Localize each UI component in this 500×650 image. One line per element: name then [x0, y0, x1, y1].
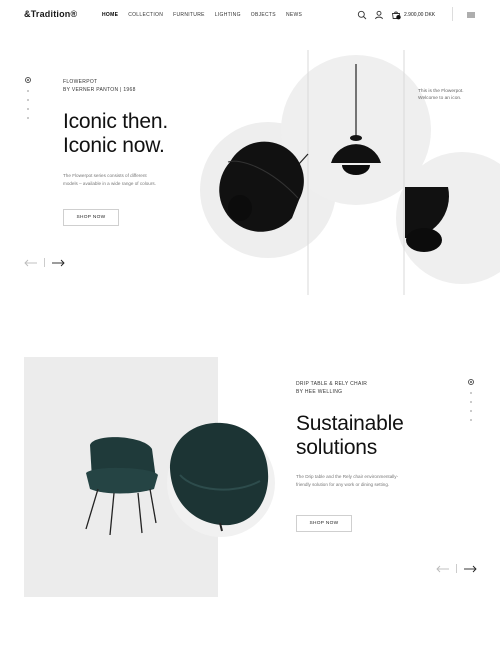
description-line: The Drip table and the Rely chair enviro… — [296, 474, 399, 479]
user-icon[interactable] — [374, 10, 384, 20]
product-eyebrow: FLOWERPOT BY VERNER PANTON | 1968 — [63, 78, 136, 94]
headline-line: solutions — [296, 436, 378, 459]
caption-line: Welcome to an icon. — [418, 96, 462, 101]
pager-dot[interactable] — [27, 117, 29, 119]
lamp-caption: This is the Flowerpot. Welcome to an ico… — [418, 88, 464, 102]
menu-icon[interactable] — [466, 10, 476, 20]
product-name: FLOWERPOT — [63, 79, 98, 85]
pager-dot[interactable] — [27, 108, 29, 110]
slider-arrows — [24, 258, 65, 267]
nav-objects[interactable]: OBJECTS — [251, 12, 276, 18]
cart-icon[interactable] — [391, 10, 401, 20]
header-divider — [452, 7, 453, 21]
shop-now-button[interactable]: SHOP NOW — [63, 209, 119, 226]
pager-active-dot[interactable] — [25, 77, 31, 83]
pager-active-dot[interactable] — [468, 379, 474, 385]
description-line: friendly solution for any work or dining… — [296, 482, 390, 487]
product-designer: BY VERNER PANTON | 1968 — [63, 87, 136, 93]
search-icon[interactable] — [357, 10, 367, 20]
nav-furniture[interactable]: FURNITURE — [173, 12, 205, 18]
cart-amount[interactable]: 2.900,00 DKK — [404, 12, 435, 18]
nav-news[interactable]: NEWS — [286, 12, 302, 18]
headline-line: Sustainable — [296, 412, 404, 435]
arrow-left-icon[interactable] — [24, 259, 38, 267]
nav-lighting[interactable]: LIGHTING — [215, 12, 241, 18]
site-header: &Tradition® HOME COLLECTION FURNITURE LI… — [0, 0, 500, 32]
product-designer: BY HEE WELLING — [296, 389, 343, 395]
product-name: DRIP TABLE & RELY CHAIR — [296, 381, 368, 387]
slide-pager — [468, 379, 474, 421]
arrow-separator — [456, 564, 457, 573]
caption-line: This is the Flowerpot. — [418, 89, 464, 94]
pager-dot[interactable] — [27, 99, 29, 101]
pager-dot[interactable] — [470, 419, 472, 421]
arrow-right-icon[interactable] — [463, 565, 477, 573]
shop-now-button[interactable]: SHOP NOW — [296, 515, 352, 532]
rely-chair-image — [85, 422, 275, 537]
brand-logo[interactable]: &Tradition® — [24, 9, 77, 19]
hero-description: The Drip table and the Rely chair enviro… — [296, 473, 398, 489]
arrow-left-icon[interactable] — [436, 565, 450, 573]
hero-headline: Iconic then. Iconic now. — [63, 110, 168, 158]
slider-arrows — [436, 564, 477, 573]
nav-home[interactable]: HOME — [102, 12, 118, 18]
flowerpot-lamp-image — [200, 50, 500, 295]
nav-collection[interactable]: COLLECTION — [128, 12, 163, 18]
pager-dot[interactable] — [470, 401, 472, 403]
arrow-separator — [44, 258, 45, 267]
description-line: models – available in a wide range of co… — [63, 181, 156, 186]
product-eyebrow: DRIP TABLE & RELY CHAIR BY HEE WELLING — [296, 380, 367, 396]
pager-dot[interactable] — [470, 410, 472, 412]
arrow-right-icon[interactable] — [51, 259, 65, 267]
description-line: The Flowerpot series consists of differe… — [63, 173, 147, 178]
pager-dot[interactable] — [470, 392, 472, 394]
slide-pager — [25, 77, 31, 119]
hero-description: The Flowerpot series consists of differe… — [63, 172, 156, 188]
headline-line: Iconic then. — [63, 110, 168, 133]
main-nav: HOME COLLECTION FURNITURE LIGHTING OBJEC… — [102, 12, 302, 18]
hero-headline: Sustainable solutions — [296, 412, 404, 460]
pager-dot[interactable] — [27, 90, 29, 92]
headline-line: Iconic now. — [63, 134, 165, 157]
